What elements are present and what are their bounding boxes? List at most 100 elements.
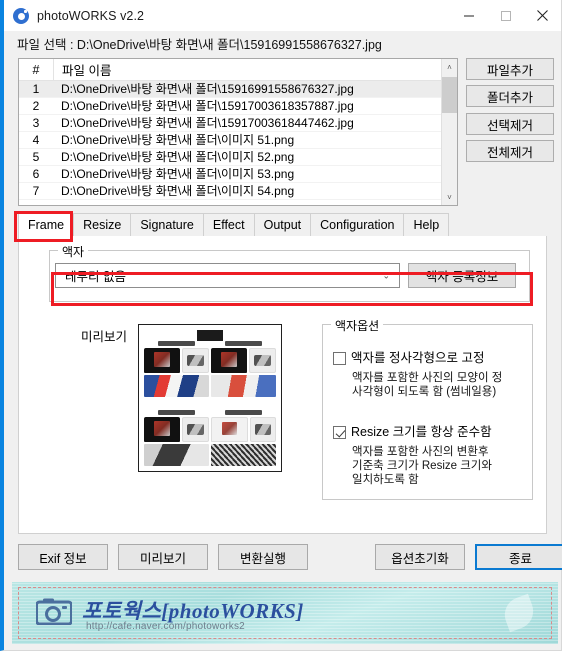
row-index: 2 [32, 98, 40, 113]
preview-shoe-icon [249, 417, 276, 442]
preview-hero-image [144, 374, 209, 397]
tab-effect[interactable]: Effect [202, 213, 255, 236]
preview-shoe-icon [249, 348, 276, 373]
file-list-body[interactable]: 1 D:\OneDrive\바탕 화면\새 폴더\1591699155867632… [19, 81, 457, 205]
tab-bar: Frame Resize Signature Effect Output Configur… [18, 213, 547, 237]
window-controls [450, 0, 561, 31]
file-action-buttons: 파일추가폴더추가선택제거전체제거 [466, 58, 554, 167]
option-checkbox-row-1[interactable]: Resize 크기를 항상 준수함 [333, 425, 492, 439]
table-row[interactable]: 5 D:\OneDrive\바탕 화면\새 폴더\이미지 52.png [19, 149, 457, 166]
camera-icon [35, 598, 73, 626]
frame-register-info-button[interactable]: 액자 등록정보 [408, 263, 516, 288]
row-filename: D:\OneDrive\바탕 화면\새 폴더\15917003618357887… [61, 98, 354, 113]
preview-button[interactable]: 미리보기 [118, 544, 208, 570]
exif-info-button[interactable]: Exif 정보 [18, 544, 108, 570]
row-filename: D:\OneDrive\바탕 화면\새 폴더\이미지 51.png [61, 132, 295, 147]
scrollbar-thumb[interactable] [442, 77, 457, 113]
preview-hero-image [211, 443, 276, 466]
close-button[interactable] [524, 0, 561, 31]
table-row[interactable]: 3 D:\OneDrive\바탕 화면\새 폴더\1591700361844746… [19, 115, 457, 132]
scrollbar-track[interactable] [442, 75, 457, 189]
side-button-2[interactable]: 선택제거 [466, 113, 554, 135]
checkbox-checked-icon[interactable] [333, 426, 346, 439]
preview-thumbnail [138, 324, 282, 472]
preview-products [144, 417, 209, 442]
checkbox-unchecked-icon[interactable] [333, 352, 346, 365]
row-filename: D:\OneDrive\바탕 화면\새 폴더\이미지 52.png [61, 149, 295, 164]
preview-shoe-icon [182, 417, 209, 442]
minimize-button[interactable] [450, 0, 487, 31]
frame-group-title: 액자 [58, 243, 89, 260]
preview-shirt-icon [211, 348, 248, 373]
preview-cell [144, 399, 209, 466]
tab-resize[interactable]: Resize [73, 213, 132, 236]
table-row[interactable]: 6 D:\OneDrive\바탕 화면\새 폴더\이미지 53.png [19, 166, 457, 183]
table-row[interactable]: 2 D:\OneDrive\바탕 화면\새 폴더\1591700361835788… [19, 98, 457, 115]
preview-shirt-icon [144, 417, 181, 442]
column-header-filename: 파일 이름 [53, 59, 457, 80]
preview-logo-badge [197, 330, 223, 341]
row-index: 4 [32, 132, 40, 147]
column-header-index: # [32, 62, 40, 77]
convert-button[interactable]: 변환실행 [218, 544, 308, 570]
row-filename: D:\OneDrive\바탕 화면\새 폴더\이미지 53.png [61, 166, 295, 181]
preview-hero-image [211, 374, 276, 397]
file-list[interactable]: # 파일 이름 1 D:\OneDrive\바탕 화면\새 폴더\15916991… [18, 58, 458, 206]
window-title: photoWORKS v2.2 [37, 8, 145, 23]
selected-file-path: 파일 선택 : D:\OneDrive\바탕 화면\새 폴더\159169915… [4, 31, 561, 55]
option-label: Resize 크기를 항상 준수함 [351, 425, 492, 439]
side-button-0[interactable]: 파일추가 [466, 58, 554, 80]
promo-banner[interactable]: 포토웍스[photoWORKS] http://cafe.naver.com/p… [12, 582, 558, 644]
side-button-3[interactable]: 전체제거 [466, 140, 554, 162]
camera-circle-icon [13, 7, 29, 24]
preview-cell-title [157, 410, 196, 415]
option-description: 액자를 포함한 사진의 모양이 정 사각형이 되도록 함 (썸네일용) [352, 372, 503, 398]
chevron-down-icon[interactable]: ⌄ [382, 270, 390, 281]
banner-url[interactable]: http://cafe.naver.com/photoworks2 [86, 621, 245, 632]
tab-output[interactable]: Output [253, 213, 312, 236]
table-row[interactable]: 4 D:\OneDrive\바탕 화면\새 폴더\이미지 51.png [19, 132, 457, 149]
reset-options-button[interactable]: 옵션초기화 [375, 544, 465, 570]
preview-image-grid [144, 330, 276, 466]
preview-shoe-icon [182, 348, 209, 373]
frame-style-dropdown[interactable]: 테두리 없음 ⌄ [55, 263, 400, 288]
frame-options-title: 액자옵션 [331, 317, 384, 334]
row-filename: D:\OneDrive\바탕 화면\새 폴더\15917003618447462… [61, 115, 354, 130]
preview-cell-title [157, 341, 196, 346]
frame-tab-panel: 액자 테두리 없음 ⌄ 액자 등록정보 미리보기 액자옵션 액자를 정사각형으로… [18, 236, 547, 534]
frame-options-group-box: 액자옵션 액자를 정사각형으로 고정액자를 포함한 사진의 모양이 정 사각형이 … [322, 317, 533, 500]
bottom-button-bar: Exif 정보 미리보기 변환실행 옵션초기화 종료 [18, 544, 562, 570]
row-index: 7 [32, 183, 40, 198]
preview-cell [211, 399, 276, 466]
row-filename: D:\OneDrive\바탕 화면\새 폴더\이미지 54.png [61, 183, 295, 198]
option-checkbox-row-0[interactable]: 액자를 정사각형으로 고정 [333, 351, 484, 365]
side-button-1[interactable]: 폴더추가 [466, 85, 554, 107]
tab-help[interactable]: Help [403, 213, 450, 236]
file-list-header: # 파일 이름 [19, 59, 457, 81]
row-index: 3 [32, 115, 40, 130]
file-list-scrollbar[interactable]: ˄ ˅ [441, 59, 457, 205]
preview-cell-title [224, 341, 263, 346]
preview-products [211, 348, 276, 373]
table-row[interactable]: 1 D:\OneDrive\바탕 화면\새 폴더\1591699155867632… [19, 81, 457, 98]
row-filename: D:\OneDrive\바탕 화면\새 폴더\15916991558676327… [61, 81, 354, 96]
preview-cell-title [224, 410, 263, 415]
preview-products [211, 417, 276, 442]
preview-label: 미리보기 [81, 330, 128, 344]
exit-button[interactable]: 종료 [475, 544, 562, 570]
title-bar: photoWORKS v2.2 [4, 0, 561, 31]
option-description: 액자를 포함한 사진의 변환후 기준축 크기가 Resize 크기와 일치하도록 함 [352, 446, 492, 486]
table-row[interactable]: 7 D:\OneDrive\바탕 화면\새 폴더\이미지 54.png [19, 183, 457, 200]
tab-signature[interactable]: Signature [130, 213, 204, 236]
scroll-down-icon[interactable]: ˅ [442, 189, 457, 205]
preview-shirt-icon [144, 348, 181, 373]
frame-style-value: 테두리 없음 [65, 270, 126, 284]
tab-frame[interactable]: Frame [18, 213, 75, 236]
maximize-button[interactable] [487, 0, 524, 31]
scroll-up-icon[interactable]: ˄ [442, 59, 457, 75]
preview-products [144, 348, 209, 373]
tab-configuration[interactable]: Configuration [310, 213, 405, 236]
app-window: photoWORKS v2.2 파일 선택 : D:\OneDrive\바탕 화… [0, 0, 562, 651]
row-index: 5 [32, 149, 40, 164]
row-index: 1 [32, 81, 40, 96]
